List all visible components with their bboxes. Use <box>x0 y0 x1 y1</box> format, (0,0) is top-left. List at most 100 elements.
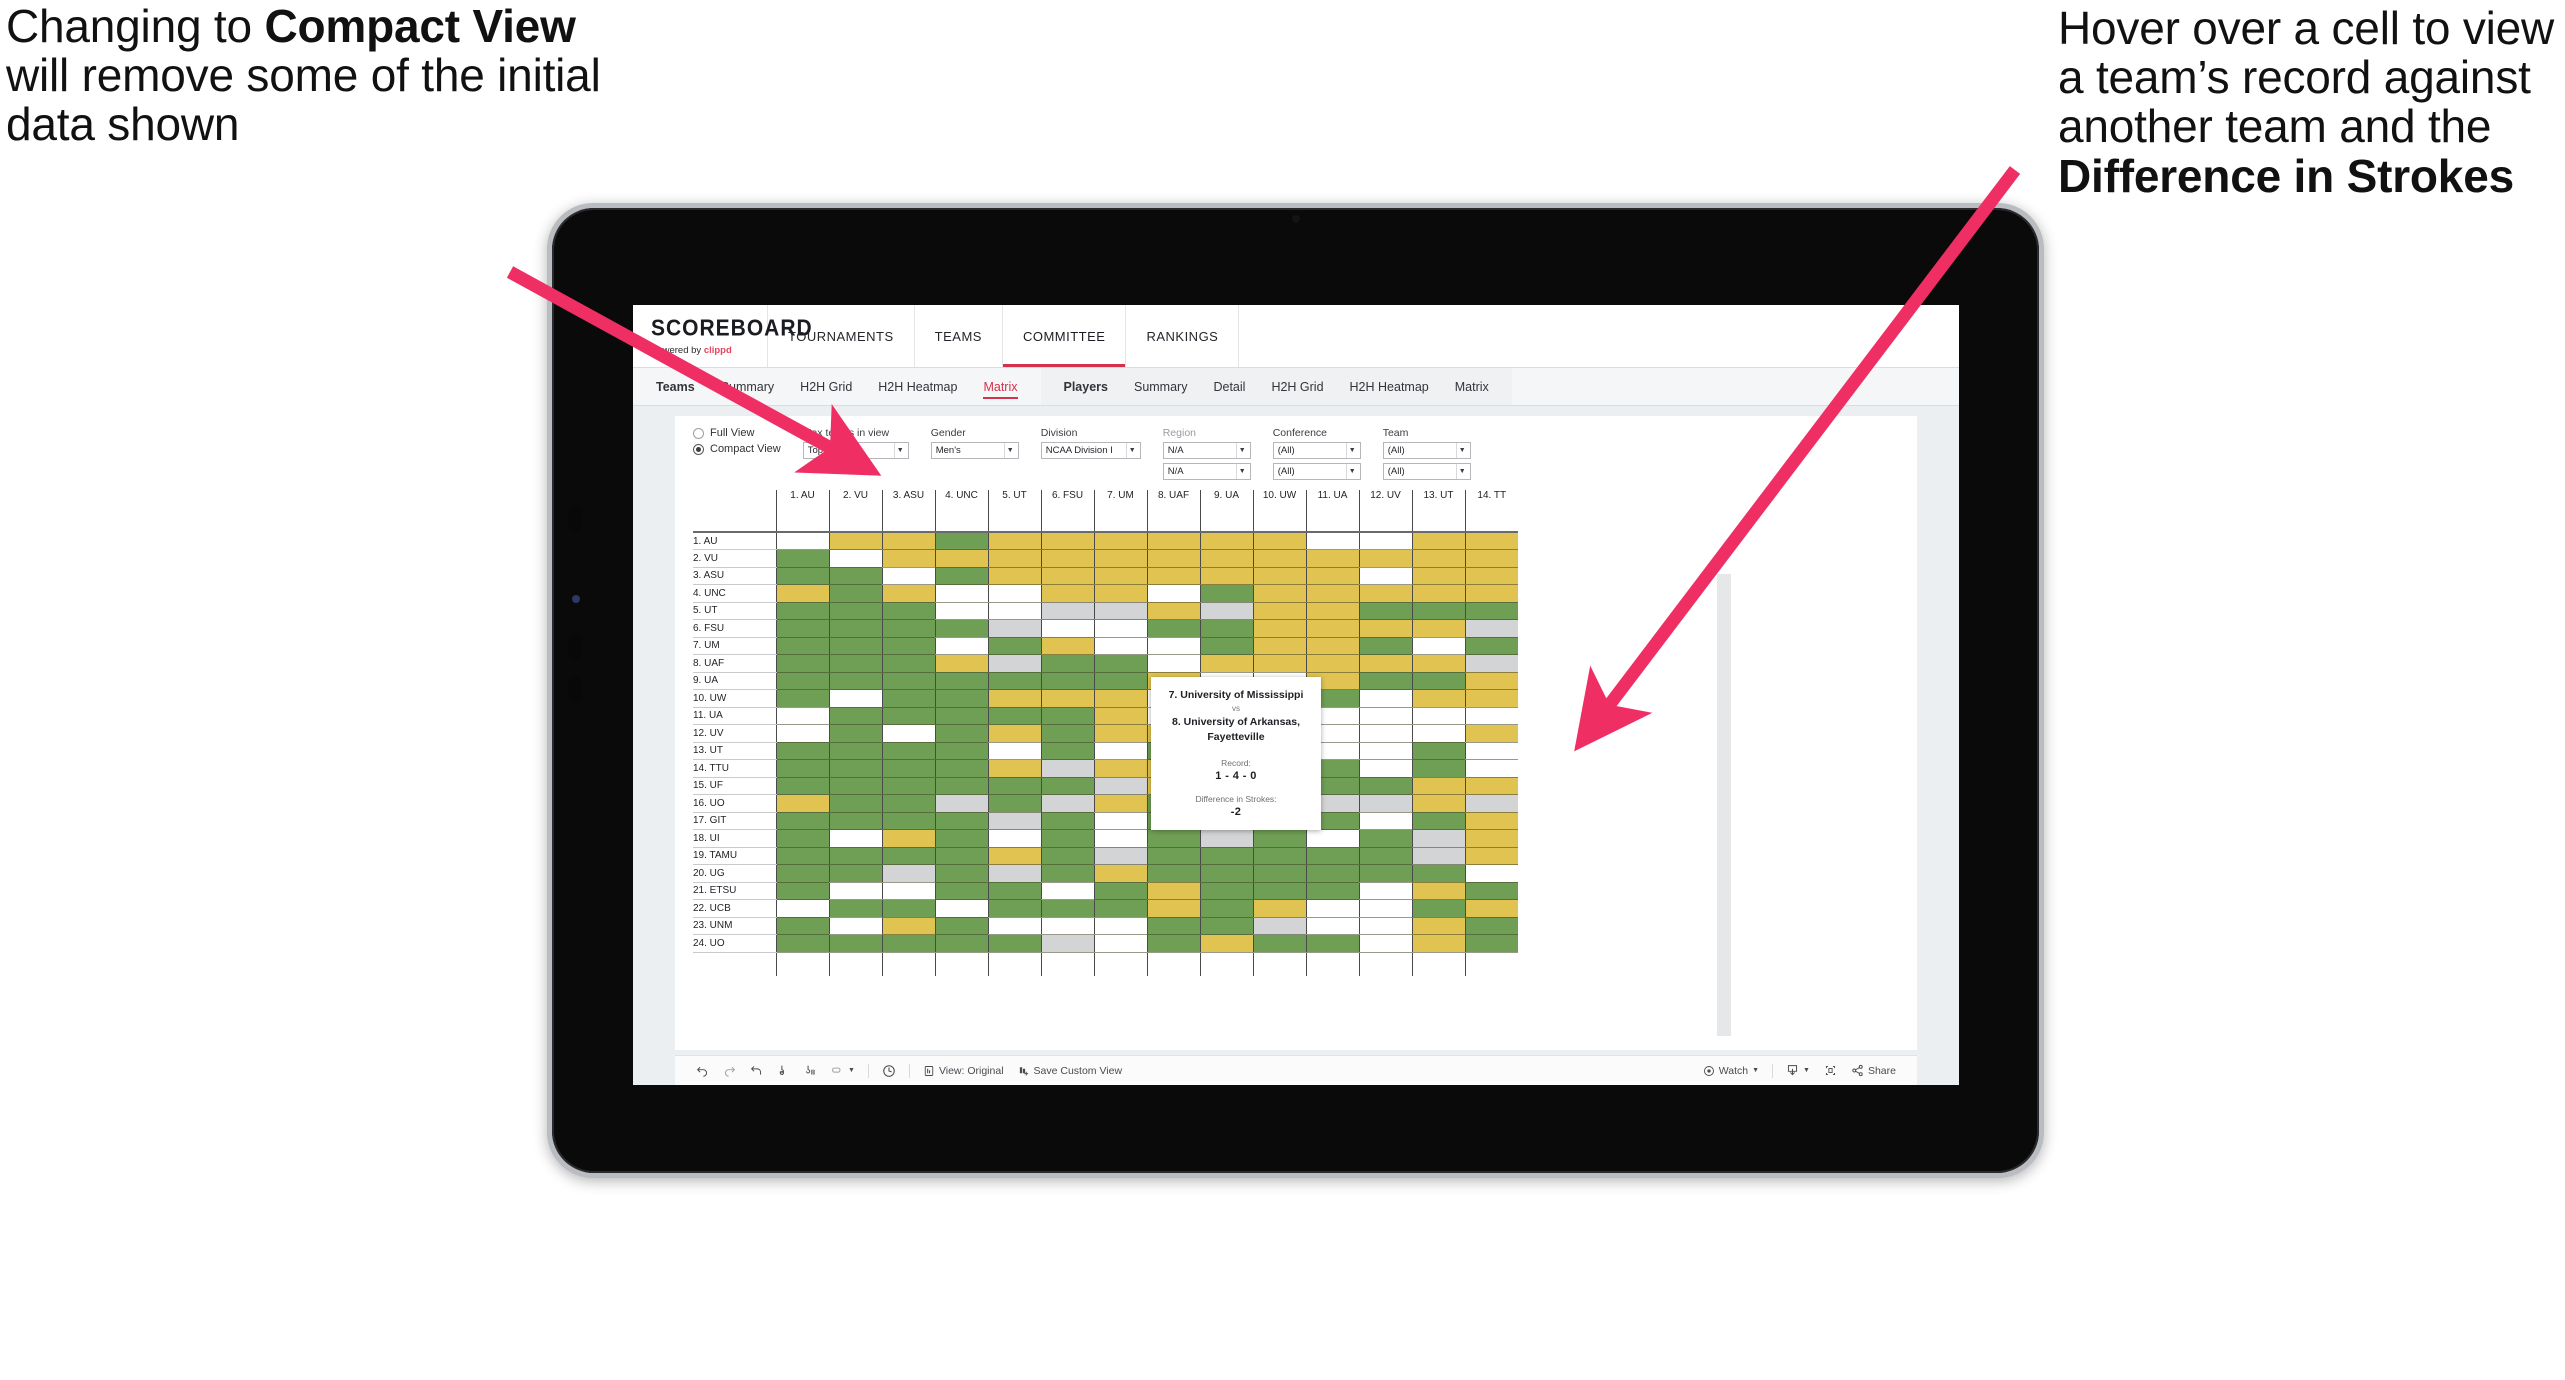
matrix-cell[interactable] <box>881 724 935 743</box>
matrix-cell[interactable] <box>881 829 935 848</box>
matrix-cell[interactable] <box>775 637 829 655</box>
matrix-cell[interactable] <box>1093 567 1147 585</box>
matrix-cell[interactable] <box>1093 934 1147 953</box>
matrix-cell[interactable] <box>1252 619 1306 638</box>
matrix-cell[interactable] <box>987 724 1041 743</box>
brand-logo[interactable]: SCOREBOARD Powered by clippd <box>633 305 812 367</box>
matrix-cell[interactable] <box>1093 672 1147 690</box>
matrix-cell[interactable] <box>1252 567 1306 585</box>
matrix-cell[interactable] <box>881 707 935 725</box>
radio-compact-view-icon[interactable] <box>693 443 704 455</box>
undo-button[interactable] <box>689 1064 716 1077</box>
matrix-cell[interactable] <box>881 549 935 568</box>
matrix-cell[interactable] <box>934 917 988 935</box>
matrix-cell[interactable] <box>1146 847 1200 865</box>
matrix-cell[interactable] <box>934 707 988 725</box>
matrix-cell[interactable] <box>934 689 988 708</box>
matrix-cell[interactable] <box>828 532 882 550</box>
pause-auto-update-button[interactable] <box>875 1064 903 1078</box>
matrix-cell[interactable] <box>987 584 1041 603</box>
matrix-cell[interactable] <box>1093 532 1147 550</box>
matrix-cell[interactable] <box>1040 934 1094 953</box>
matrix-cell[interactable] <box>1093 689 1147 708</box>
matrix-cell[interactable] <box>1252 584 1306 603</box>
matrix-cell[interactable] <box>1464 759 1518 778</box>
matrix-cell[interactable] <box>1305 567 1359 585</box>
matrix-cell[interactable] <box>1199 584 1253 603</box>
matrix-cell[interactable] <box>1358 707 1412 725</box>
matrix-cell[interactable] <box>828 689 882 708</box>
matrix-cell[interactable] <box>881 917 935 935</box>
matrix-cell[interactable] <box>775 707 829 725</box>
matrix-cell[interactable] <box>1252 864 1306 883</box>
matrix-cell[interactable] <box>987 759 1041 778</box>
matrix-cell[interactable] <box>1199 619 1253 638</box>
matrix-cell[interactable] <box>987 864 1041 883</box>
matrix-cell[interactable] <box>775 794 829 813</box>
matrix-cell[interactable] <box>987 847 1041 865</box>
matrix-cell[interactable] <box>1411 917 1465 935</box>
matrix-cell[interactable] <box>1093 777 1147 795</box>
matrix-cell[interactable] <box>1146 829 1200 848</box>
radio-full-view[interactable]: Full View <box>693 427 781 439</box>
matrix-cell[interactable] <box>934 829 988 848</box>
matrix-cell[interactable] <box>1093 864 1147 883</box>
save-custom-view-button[interactable]: Save Custom View <box>1011 1065 1130 1077</box>
matrix-cell[interactable] <box>1464 549 1518 568</box>
matrix-cell[interactable] <box>828 619 882 638</box>
filter-gender-select[interactable]: Men's ▼ <box>930 442 1019 459</box>
matrix-cell[interactable] <box>1464 847 1518 865</box>
matrix-cell[interactable] <box>1305 829 1359 848</box>
matrix-cell[interactable] <box>828 794 882 813</box>
subnav-teams-summary[interactable]: Summary <box>708 368 787 406</box>
matrix-cell[interactable] <box>934 934 988 953</box>
matrix-cell[interactable] <box>828 707 882 725</box>
matrix-cell[interactable] <box>828 864 882 883</box>
subnav-teams-h2h-grid[interactable]: H2H Grid <box>787 368 865 406</box>
matrix-cell[interactable] <box>1464 934 1518 953</box>
matrix-cell[interactable] <box>1305 602 1359 620</box>
matrix-cell[interactable] <box>987 707 1041 725</box>
filter-division-select[interactable]: NCAA Division I ▼ <box>1040 442 1141 459</box>
matrix-cell[interactable] <box>1093 707 1147 725</box>
matrix-cell[interactable] <box>1146 917 1200 935</box>
matrix-cell[interactable] <box>1040 812 1094 830</box>
matrix-cell[interactable] <box>1199 899 1253 918</box>
matrix-cell[interactable] <box>1358 777 1412 795</box>
matrix-cell[interactable] <box>987 917 1041 935</box>
matrix-cell[interactable] <box>934 847 988 865</box>
matrix-cell[interactable] <box>828 654 882 673</box>
matrix-cell[interactable] <box>1358 829 1412 848</box>
matrix-cell[interactable] <box>934 602 988 620</box>
matrix-cell[interactable] <box>828 602 882 620</box>
matrix-cell[interactable] <box>881 689 935 708</box>
matrix-cell[interactable] <box>881 777 935 795</box>
matrix-cell[interactable] <box>1411 619 1465 638</box>
filter-max-teams-select[interactable]: Top 50 ▼ <box>802 442 909 459</box>
matrix-cell[interactable] <box>775 759 829 778</box>
matrix-cell[interactable] <box>1040 864 1094 883</box>
matrix-cell[interactable] <box>775 812 829 830</box>
matrix-cell[interactable] <box>934 549 988 568</box>
subnav-teams-matrix[interactable]: Matrix <box>970 368 1030 406</box>
matrix-cell[interactable] <box>1093 654 1147 673</box>
matrix-cell[interactable] <box>1252 654 1306 673</box>
matrix-cell[interactable] <box>934 742 988 760</box>
matrix-cell[interactable] <box>1040 899 1094 918</box>
matrix-cell[interactable] <box>1093 724 1147 743</box>
matrix-cell[interactable] <box>1358 637 1412 655</box>
matrix-cell[interactable] <box>987 689 1041 708</box>
subnav-players-detail[interactable]: Detail <box>1200 368 1258 406</box>
matrix-cell[interactable] <box>881 654 935 673</box>
matrix-cell[interactable] <box>1199 829 1253 848</box>
matrix-cell[interactable] <box>934 584 988 603</box>
matrix-cell[interactable] <box>881 812 935 830</box>
download-button[interactable]: ▼ <box>1779 1064 1817 1077</box>
matrix-cell[interactable] <box>828 549 882 568</box>
matrix-cell[interactable] <box>1464 672 1518 690</box>
matrix-cell[interactable] <box>1252 899 1306 918</box>
subnav-players-h2h-grid[interactable]: H2H Grid <box>1258 368 1336 406</box>
matrix-cell[interactable] <box>1358 654 1412 673</box>
matrix-cell[interactable] <box>1146 584 1200 603</box>
subnav-teams-h2h-heatmap[interactable]: H2H Heatmap <box>865 368 970 406</box>
